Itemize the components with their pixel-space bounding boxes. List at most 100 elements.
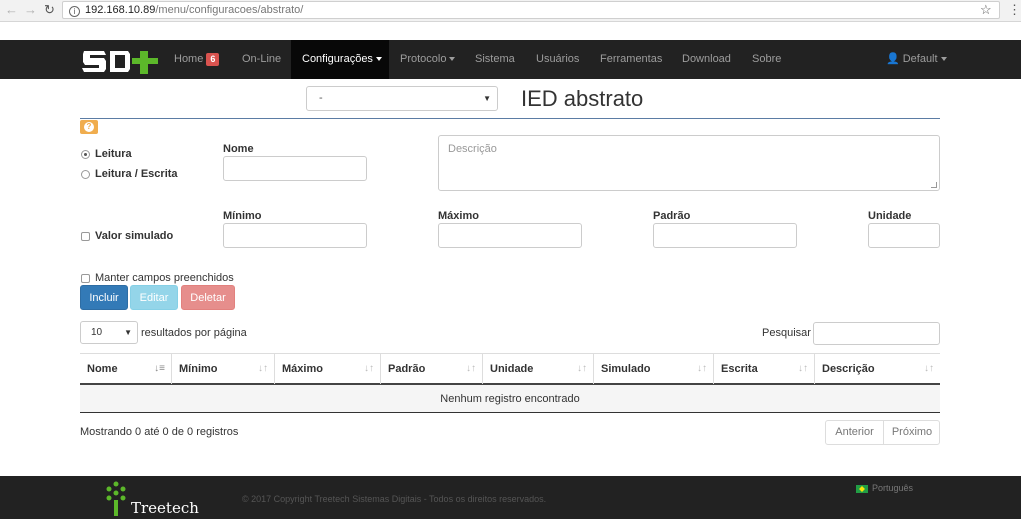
reload-icon[interactable]: ↻ [44, 2, 55, 18]
sort-icon: ↓↑ [924, 363, 934, 374]
page-title: IED abstrato [521, 86, 644, 111]
info-icon[interactable]: i [69, 6, 80, 17]
padrao-input[interactable] [653, 223, 797, 248]
unidade-label: Unidade [868, 210, 912, 222]
incluir-button[interactable]: Incluir [80, 285, 128, 310]
language-selector[interactable]: Português [856, 483, 913, 493]
nav-sobre[interactable]: Sobre [752, 40, 781, 79]
maximo-label: Máximo [438, 210, 479, 222]
chevron-down-icon [940, 57, 947, 62]
nav-configuracoes-label: Configurações [302, 53, 373, 65]
sort-icon: ↓↑ [577, 363, 587, 374]
column-header-nome[interactable]: Nome ↓≡ [80, 354, 171, 384]
question-icon: ? [84, 122, 94, 132]
sort-icon: ↓↑ [697, 363, 707, 374]
ied-select[interactable]: - ▼ [306, 86, 498, 111]
descricao-placeholder: Descrição [448, 143, 497, 155]
nav-download-label: Download [682, 53, 731, 65]
minimo-input[interactable] [223, 223, 367, 248]
column-header-label: Máximo [282, 363, 323, 375]
column-header-maximo[interactable]: Máximo ↓↑ [274, 354, 380, 384]
nav-download[interactable]: Download [682, 40, 731, 79]
divider [80, 118, 940, 119]
nav-sistema[interactable]: Sistema [475, 40, 515, 79]
manter-campos-checkbox[interactable] [81, 274, 90, 283]
manter-campos-label: Manter campos preenchidos [95, 272, 234, 284]
valor-simulado-label: Valor simulado [95, 230, 174, 242]
nav-protocolo[interactable]: Protocolo [400, 40, 456, 79]
maximo-input[interactable] [438, 223, 582, 248]
next-button[interactable]: Próximo [884, 421, 940, 444]
nav-usuarios[interactable]: Usuários [536, 40, 579, 79]
column-header-label: Unidade [490, 363, 534, 375]
nav-ferramentas-label: Ferramentas [600, 53, 663, 65]
footer-brand: Treetech [131, 499, 199, 517]
radio-leitura[interactable] [81, 150, 90, 159]
column-header-descricao[interactable]: Descrição ↓↑ [814, 354, 940, 384]
nav-home[interactable]: Home 6 [174, 40, 224, 79]
url-host: 192.168.10.89 [85, 4, 156, 16]
nome-label: Nome [223, 143, 254, 155]
url-path: /menu/configuracoes/abstrato/ [155, 4, 304, 16]
notification-badge: 6 [206, 53, 220, 66]
nav-sistema-label: Sistema [475, 53, 515, 65]
previous-button[interactable]: Anterior [826, 421, 883, 444]
deletar-button[interactable]: Deletar [181, 285, 235, 310]
chevron-down-icon: ▼ [483, 94, 491, 103]
nome-input[interactable] [223, 156, 367, 181]
nav-configuracoes[interactable]: Configurações [291, 40, 389, 79]
spacer [0, 22, 1021, 40]
language-label: Português [872, 483, 914, 493]
sort-icon: ↓↑ [364, 363, 374, 374]
forward-arrow-icon[interactable]: → [24, 2, 37, 17]
radio-leitura-escrita-label: Leitura / Escrita [95, 168, 178, 180]
bookmark-star-icon[interactable]: ☆ [980, 2, 992, 18]
radio-leitura-escrita[interactable] [81, 170, 90, 179]
column-header-escrita[interactable]: Escrita ↓↑ [713, 354, 814, 384]
sort-icon: ↓↑ [798, 363, 808, 374]
sort-asc-icon: ↓≡ [154, 363, 165, 374]
descricao-textarea[interactable]: Descrição [438, 135, 940, 191]
padrao-label: Padrão [653, 210, 691, 222]
nav-usuarios-label: Usuários [536, 53, 580, 65]
browser-menu-icon[interactable]: ⋮ [1008, 2, 1021, 18]
search-input[interactable] [813, 322, 940, 345]
column-header-padrao[interactable]: Padrão ↓↑ [380, 354, 482, 384]
editar-button[interactable]: Editar [130, 285, 178, 310]
column-header-label: Padrão [388, 363, 426, 375]
sort-icon: ↓↑ [258, 363, 268, 374]
brazil-flag-icon [856, 484, 868, 493]
search-label: Pesquisar [762, 327, 811, 339]
chevron-down-icon [375, 57, 382, 62]
resize-handle[interactable] [931, 182, 937, 188]
unidade-input[interactable] [868, 223, 940, 248]
copyright: © 2017 Copyright Treetech Sistemas Digit… [242, 494, 547, 504]
column-header-label: Simulado [601, 363, 651, 375]
table-header: Nome ↓≡ Mínimo ↓↑ Máximo ↓↑ Padrão ↓↑ Unidad… [80, 353, 940, 385]
nav-user-menu[interactable]: 👤 Default [886, 40, 947, 79]
nav-sobre-label: Sobre [752, 53, 782, 65]
column-header-label: Descrição [822, 363, 875, 375]
address-bar[interactable]: i 192.168.10.89/menu/configuracoes/abstra… [62, 1, 1000, 19]
user-name: Default [902, 53, 938, 65]
page-length-value: 10 [91, 327, 103, 338]
valor-simulado-checkbox[interactable] [81, 232, 90, 241]
column-header-simulado[interactable]: Simulado ↓↑ [593, 354, 713, 384]
radio-leitura-label: Leitura [95, 148, 132, 160]
empty-row: Nenhum registro encontrado [80, 385, 940, 413]
minimo-label: Mínimo [223, 210, 262, 222]
column-header-unidade[interactable]: Unidade ↓↑ [482, 354, 593, 384]
help-button[interactable]: ? [80, 120, 98, 134]
nav-ferramentas[interactable]: Ferramentas [600, 40, 662, 79]
column-header-label: Nome [87, 363, 118, 375]
nav-online[interactable]: On-Line [242, 40, 281, 79]
column-header-minimo[interactable]: Mínimo ↓↑ [171, 354, 274, 384]
brand-logo[interactable] [82, 47, 162, 75]
page-length-select[interactable]: 10 ▼ [80, 321, 138, 344]
nav-protocolo-label: Protocolo [400, 53, 447, 65]
browser-toolbar: ← → ↻ i 192.168.10.89/menu/configuracoes/… [0, 0, 1021, 22]
back-arrow-icon[interactable]: ← [5, 2, 18, 17]
chevron-down-icon [449, 57, 456, 62]
nav-home-label: Home [174, 53, 204, 65]
pagination: Anterior Próximo [825, 420, 940, 445]
